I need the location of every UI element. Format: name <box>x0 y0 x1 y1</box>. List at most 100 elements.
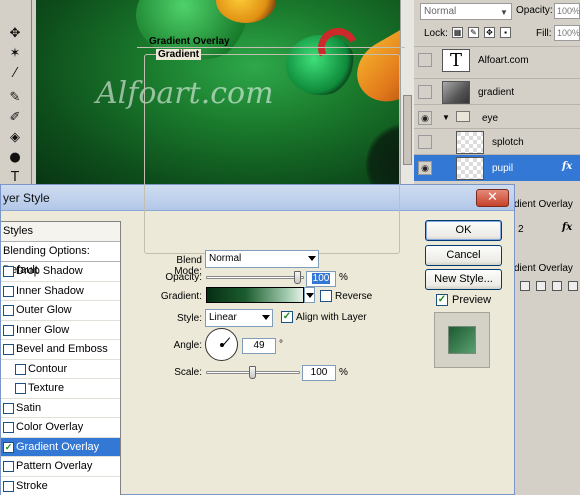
paint-bucket-icon[interactable]: ◈ <box>4 128 26 146</box>
lock-all-icon[interactable]: ▪ <box>500 27 511 38</box>
canvas-scrollbar[interactable] <box>400 0 414 190</box>
fx-icon[interactable]: fx <box>562 161 572 172</box>
effect-label: dient Overlay <box>514 199 573 210</box>
style-item-label: Color Overlay <box>16 421 84 433</box>
opacity-label: Opacity: <box>516 5 553 16</box>
style-item-label: Inner Glow <box>16 323 70 336</box>
style-item[interactable]: Outer Glow <box>1 301 120 321</box>
preview-checkbox[interactable]: ✓ <box>436 294 448 306</box>
style-item[interactable]: Drop Shadow <box>1 262 120 282</box>
visibility-toggle[interactable] <box>418 135 432 149</box>
visibility-toggle[interactable] <box>418 85 432 99</box>
scale-label: Scale: <box>174 367 202 378</box>
style-checkbox[interactable] <box>3 305 14 316</box>
style-checkbox[interactable] <box>15 363 26 375</box>
layer-group-row[interactable]: ◉ ▼ eye <box>414 104 580 131</box>
opacity-input[interactable]: 100 <box>306 271 336 287</box>
style-checkbox[interactable] <box>3 402 14 414</box>
styles-header[interactable]: Styles <box>1 222 120 242</box>
layer-blend-mode-select[interactable]: Normal ▼ <box>420 3 512 20</box>
section-divider <box>137 47 405 48</box>
opacity-slider-thumb[interactable] <box>294 271 301 284</box>
layer-row[interactable]: gradient <box>414 78 580 105</box>
link-icon[interactable] <box>520 281 530 291</box>
style-item[interactable]: Texture <box>1 379 120 399</box>
style-item[interactable]: Bevel and Emboss <box>1 340 120 360</box>
layer-name-fragment: 2 <box>518 224 524 235</box>
eye-icon[interactable]: ◉ <box>418 161 432 175</box>
chevron-down-icon <box>262 315 270 320</box>
blend-mode-select[interactable]: Normal <box>205 250 319 268</box>
layer-opacity-input[interactable]: 100% <box>554 3 580 19</box>
close-icon[interactable]: ✕ <box>476 189 509 207</box>
preview-box <box>434 312 490 368</box>
style-item[interactable]: Contour <box>1 360 120 379</box>
layer-fill-input[interactable]: 100% <box>554 25 580 41</box>
fx-icon[interactable]: fx <box>562 222 572 233</box>
style-checkbox[interactable] <box>3 285 14 297</box>
new-group-icon[interactable] <box>568 281 578 291</box>
style-item-label: Gradient Overlay <box>16 440 100 453</box>
style-checkbox[interactable] <box>3 266 14 277</box>
style-item[interactable]: Stroke <box>1 477 120 495</box>
style-checkbox[interactable] <box>3 461 14 472</box>
gradient-dropdown-button[interactable] <box>304 287 315 303</box>
style-item[interactable]: Satin <box>1 399 120 418</box>
reverse-label: Reverse <box>335 291 373 302</box>
layers-bottom-bar <box>514 280 580 294</box>
add-mask-icon[interactable] <box>552 281 562 291</box>
style-item-label: Contour <box>28 362 68 375</box>
style-item[interactable]: Inner Glow <box>1 321 120 340</box>
cancel-button[interactable]: Cancel <box>425 245 502 266</box>
angle-input[interactable]: 49 <box>242 338 276 354</box>
fill-label: Fill: <box>536 28 552 39</box>
new-style-button[interactable]: New Style... <box>425 269 502 290</box>
gradient-style-select[interactable]: Linear <box>205 309 273 327</box>
style-item-label: Texture <box>28 382 65 394</box>
lock-position-icon[interactable]: ✥ <box>484 27 495 38</box>
chevron-down-icon <box>308 256 316 261</box>
eyedropper-icon[interactable]: ⁄ <box>4 64 26 82</box>
layer-row[interactable]: splotch <box>414 128 580 155</box>
layer-row[interactable]: T Alfoart.com <box>414 46 580 73</box>
blending-options-item[interactable]: Blending Options: Default <box>1 242 120 276</box>
visibility-toggle[interactable] <box>418 53 432 67</box>
layer-name: eye <box>482 113 499 124</box>
add-style-icon[interactable] <box>536 281 546 291</box>
dialog-title: yer Style <box>3 191 50 205</box>
style-item[interactable]: ✓ Gradient Overlay <box>1 437 120 457</box>
eye-icon[interactable]: ◉ <box>418 111 432 125</box>
ok-button[interactable]: OK <box>425 220 502 241</box>
history-brush-icon[interactable]: ✐ <box>4 108 26 126</box>
style-item[interactable]: Pattern Overlay <box>1 457 120 477</box>
layer-name: pupil <box>492 163 514 174</box>
style-checkbox[interactable] <box>3 480 14 492</box>
style-checkbox[interactable]: ✓ <box>3 441 14 453</box>
style-checkbox[interactable] <box>3 344 14 355</box>
layer-row-selected[interactable]: ◉ pupil fx <box>414 154 580 181</box>
toolbox: ✥ ✶ ⁄ ✎ ✐ ◈ ● T <box>0 0 32 190</box>
lock-transparent-icon[interactable]: ▦ <box>452 27 463 38</box>
opacity-slider[interactable] <box>206 276 304 279</box>
style-item-label: Pattern Overlay <box>16 460 93 472</box>
layer-thumbnail <box>456 157 484 180</box>
style-item[interactable]: Color Overlay <box>1 418 120 438</box>
brush-icon[interactable]: ✎ <box>4 88 26 106</box>
style-checkbox[interactable] <box>3 324 14 336</box>
expand-arrow-icon[interactable]: ▼ <box>442 113 450 122</box>
align-with-layer-checkbox[interactable]: ✓ <box>281 311 293 323</box>
scrollbar-thumb[interactable] <box>403 95 412 165</box>
scale-slider-thumb[interactable] <box>249 366 256 379</box>
style-checkbox[interactable] <box>3 422 14 433</box>
scale-input[interactable]: 100 <box>302 365 336 381</box>
reverse-checkbox[interactable] <box>320 290 332 302</box>
move-tool-icon[interactable]: ✥ <box>4 24 26 42</box>
magic-wand-icon[interactable]: ✶ <box>4 44 26 62</box>
style-checkbox[interactable] <box>15 383 26 394</box>
angle-dial[interactable] <box>205 328 238 361</box>
burn-tool-icon[interactable]: ● <box>4 148 26 166</box>
style-item[interactable]: Inner Shadow <box>1 282 120 301</box>
gradient-picker[interactable] <box>206 287 304 303</box>
gradient-group-box <box>144 54 400 254</box>
lock-image-icon[interactable]: ✎ <box>468 27 479 38</box>
